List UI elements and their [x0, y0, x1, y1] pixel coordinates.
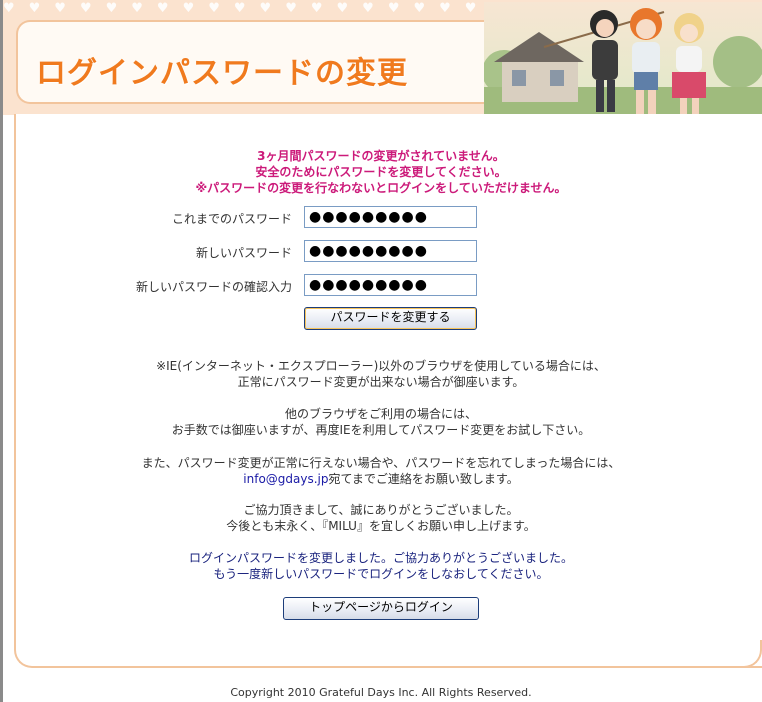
warning-line-2: 安全のためにパスワードを変更してください。: [255, 165, 507, 179]
new-password-label: 新しいパスワード: [195, 246, 292, 260]
notice-browser-line-2: お手数では御座いますが、再度IEを利用してパスワード変更をお試し下さい。: [171, 423, 591, 437]
confirm-password-label: 新しいパスワードの確認入力: [135, 280, 292, 294]
confirm-password-field[interactable]: ●●●●●●●●●: [304, 274, 477, 296]
complete-line-2: もう一度新しいパスワードでログインをしなおしてください。: [213, 567, 549, 581]
top-page-login-button[interactable]: トップページからログイン: [283, 597, 479, 620]
warning-line-3: ※パスワードの変更を行なわないとログインをしていただけません。: [195, 181, 567, 195]
notice-contact-line-1: また、パスワード変更が正常に行えない場合や、パスワードを忘れてしまった場合には、: [141, 456, 621, 470]
content-panel: [14, 114, 762, 668]
page-title: ログインパスワードの変更: [36, 56, 408, 91]
current-password-field[interactable]: ●●●●●●●●●: [304, 206, 477, 228]
warning-line-1: 3ヶ月間パスワードの変更がされていません。: [257, 149, 505, 163]
current-password-label: これまでのパスワード: [171, 212, 292, 226]
notice-ie-line-1: ※IE(インターネット・エクスプローラー)以外のブラウザを使用している場合には、: [156, 359, 606, 373]
support-email-link[interactable]: info@gdays.jp: [243, 472, 328, 486]
notice-ie-line-2: 正常にパスワード変更が出来ない場合が御座います。: [237, 375, 525, 389]
complete-line-1: ログインパスワードを変更しました。ご協力ありがとうございました。: [188, 551, 573, 565]
notice-thanks-line-1: ご協力頂きまして、誠にありがとうございました。: [243, 503, 519, 517]
new-password-field[interactable]: ●●●●●●●●●: [304, 240, 477, 262]
notice-contact-line-2: info@gdays.jp宛てまでご連絡をお願い致します。: [0, 471, 762, 487]
change-password-button[interactable]: パスワードを変更する: [304, 307, 477, 330]
notice-thanks-line-2: 今後とも末永く、『MILU』を宜しくお願い申し上げます。: [226, 519, 536, 533]
notice-contact-rest: 宛てまでご連絡をお願い致します。: [328, 472, 519, 486]
header-illustration: [484, 2, 762, 115]
copyright-text: Copyright 2010 Grateful Days Inc. All Ri…: [230, 686, 532, 699]
notice-browser-line-1: 他のブラウザをご利用の場合には、: [284, 407, 477, 421]
